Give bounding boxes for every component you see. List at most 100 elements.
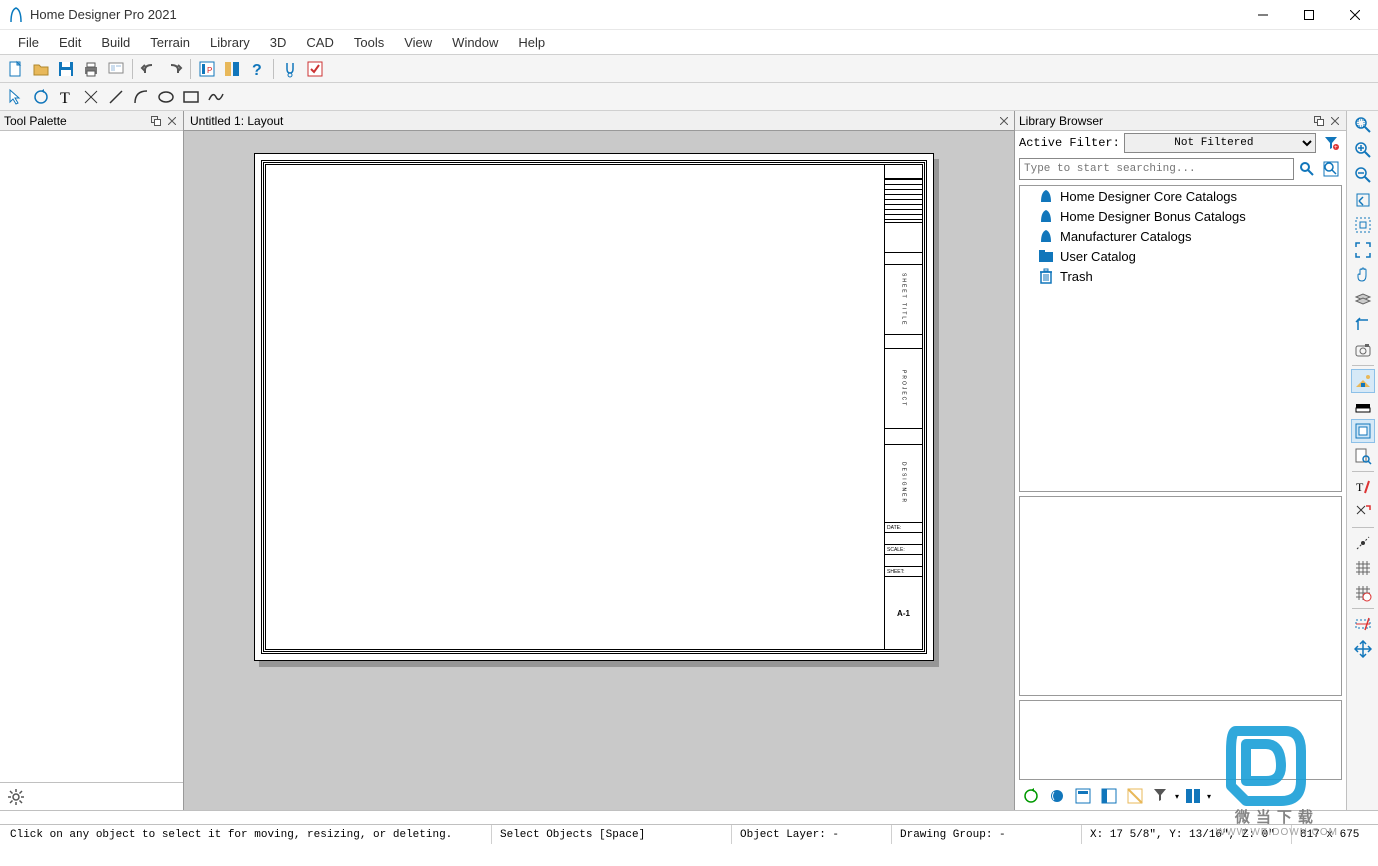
undo-zoom-icon[interactable] <box>1351 188 1375 212</box>
print-preview-icon[interactable] <box>104 57 128 81</box>
lib-tb-4-icon[interactable] <box>1097 784 1121 808</box>
text-check-icon[interactable]: T <box>1351 475 1375 499</box>
zoom-in-icon[interactable] <box>1351 138 1375 162</box>
reference-icon[interactable] <box>1351 313 1375 337</box>
svg-text:+: + <box>1334 144 1338 151</box>
lib-tb-6-icon[interactable] <box>1149 784 1173 808</box>
menu-3d[interactable]: 3D <box>260 32 297 53</box>
filter-add-icon[interactable]: + <box>1320 132 1342 154</box>
zoom-window-icon[interactable] <box>1351 113 1375 137</box>
menu-window[interactable]: Window <box>442 32 508 53</box>
menu-edit[interactable]: Edit <box>49 32 91 53</box>
move-icon[interactable] <box>1351 637 1375 661</box>
undock-icon[interactable] <box>149 114 163 128</box>
close-button[interactable] <box>1332 0 1378 30</box>
canvas[interactable]: SHEET TITLE PROJECT DESIGNER DATE: SCALE… <box>184 131 1014 810</box>
print-icon[interactable] <box>79 57 103 81</box>
menu-terrain[interactable]: Terrain <box>140 32 200 53</box>
lib-close-icon[interactable] <box>1328 114 1342 128</box>
grid-snap-icon[interactable] <box>1351 581 1375 605</box>
menu-library[interactable]: Library <box>200 32 260 53</box>
select-tool-icon[interactable] <box>4 85 28 109</box>
spline-tool-icon[interactable] <box>204 85 228 109</box>
rectangle-tool-icon[interactable] <box>179 85 203 109</box>
fill-window-icon[interactable] <box>1351 213 1375 237</box>
tree-item-trash[interactable]: Trash <box>1020 266 1341 286</box>
new-file-icon[interactable] <box>4 57 28 81</box>
fullscreen-icon[interactable] <box>1351 238 1375 262</box>
snap-icon[interactable] <box>1351 531 1375 555</box>
maximize-button[interactable] <box>1286 0 1332 30</box>
sheet-view-icon[interactable] <box>1351 369 1375 393</box>
lib-undock-icon[interactable] <box>1312 114 1326 128</box>
point-tool-icon[interactable] <box>79 85 103 109</box>
search-icon[interactable] <box>1296 158 1318 180</box>
redo-icon[interactable] <box>162 57 186 81</box>
lib-tb-3-icon[interactable] <box>1071 784 1095 808</box>
doc-close-icon[interactable] <box>1000 117 1008 125</box>
line-tool-icon[interactable] <box>104 85 128 109</box>
library-title: Library Browser <box>1019 114 1103 128</box>
menu-build[interactable]: Build <box>91 32 140 53</box>
search-input[interactable] <box>1019 158 1294 180</box>
tree-item-bonus[interactable]: Home Designer Bonus Catalogs <box>1020 206 1341 226</box>
panel-close-icon[interactable] <box>165 114 179 128</box>
filter-label: Active Filter: <box>1019 136 1120 150</box>
menu-file[interactable]: File <box>8 32 49 53</box>
tree-item-manufacturer[interactable]: Manufacturer Catalogs <box>1020 226 1341 246</box>
tool-palette-title: Tool Palette <box>4 114 67 128</box>
defaults-icon[interactable] <box>220 57 244 81</box>
status-coords: X: 17 5/8", Y: 13/16", Z: 0" <box>1082 825 1292 844</box>
document-tab[interactable]: Untitled 1: Layout <box>184 111 1014 131</box>
minimize-button[interactable] <box>1240 0 1286 30</box>
app-icon <box>8 6 24 24</box>
library-preview <box>1019 496 1342 696</box>
library-tree[interactable]: Home Designer Core Catalogs Home Designe… <box>1019 185 1342 492</box>
layout-sheet: SHEET TITLE PROJECT DESIGNER DATE: SCALE… <box>254 153 934 661</box>
menu-cad[interactable]: CAD <box>296 32 343 53</box>
library-header: Library Browser <box>1015 111 1346 131</box>
lib-tb-5-icon[interactable] <box>1123 784 1147 808</box>
open-file-icon[interactable] <box>29 57 53 81</box>
tree-item-user[interactable]: User Catalog <box>1020 246 1341 266</box>
color-icon[interactable] <box>1351 394 1375 418</box>
preferences-icon[interactable] <box>278 57 302 81</box>
tree-item-core[interactable]: Home Designer Core Catalogs <box>1020 186 1341 206</box>
app-title: Home Designer Pro 2021 <box>30 7 177 22</box>
filter-select[interactable]: Not Filtered <box>1124 133 1316 153</box>
document-area: Untitled 1: Layout SHEET TITLE PROJECT <box>184 111 1014 810</box>
zoom-out-icon[interactable] <box>1351 163 1375 187</box>
help-icon[interactable]: ? <box>245 57 269 81</box>
gear-icon[interactable] <box>4 785 28 809</box>
point-check-icon[interactable] <box>1351 500 1375 524</box>
camera-icon[interactable] <box>1351 338 1375 362</box>
menu-view[interactable]: View <box>394 32 442 53</box>
menu-help[interactable]: Help <box>508 32 555 53</box>
arc-tool-icon[interactable] <box>129 85 153 109</box>
search-options-icon[interactable] <box>1320 158 1342 180</box>
svg-text:P: P <box>207 66 212 75</box>
menu-tools[interactable]: Tools <box>344 32 394 53</box>
find-icon[interactable] <box>1351 444 1375 468</box>
lib-tb-7-icon[interactable] <box>1181 784 1205 808</box>
tree-item-label: User Catalog <box>1060 249 1136 264</box>
save-icon[interactable] <box>54 57 78 81</box>
svg-text:T: T <box>1356 480 1364 494</box>
lib-tb-2-icon[interactable] <box>1045 784 1069 808</box>
dimension-icon[interactable] <box>1351 612 1375 636</box>
layers-icon[interactable]: P <box>195 57 219 81</box>
grid-icon[interactable] <box>1351 556 1375 580</box>
pan-icon[interactable] <box>1351 263 1375 287</box>
refresh-display-icon[interactable] <box>1351 419 1375 443</box>
refresh-icon[interactable] <box>29 85 53 109</box>
text-tool-icon[interactable]: T <box>54 85 78 109</box>
check-icon[interactable] <box>303 57 327 81</box>
horizontal-scrollbar[interactable] <box>0 810 1378 824</box>
lib-tb-1-icon[interactable] <box>1019 784 1043 808</box>
tool-palette-panel: Tool Palette <box>0 111 184 810</box>
circle-tool-icon[interactable] <box>154 85 178 109</box>
layers-display-icon[interactable] <box>1351 288 1375 312</box>
svg-text:T: T <box>60 90 70 106</box>
status-hint: Click on any object to select it for mov… <box>2 825 492 844</box>
undo-icon[interactable] <box>137 57 161 81</box>
